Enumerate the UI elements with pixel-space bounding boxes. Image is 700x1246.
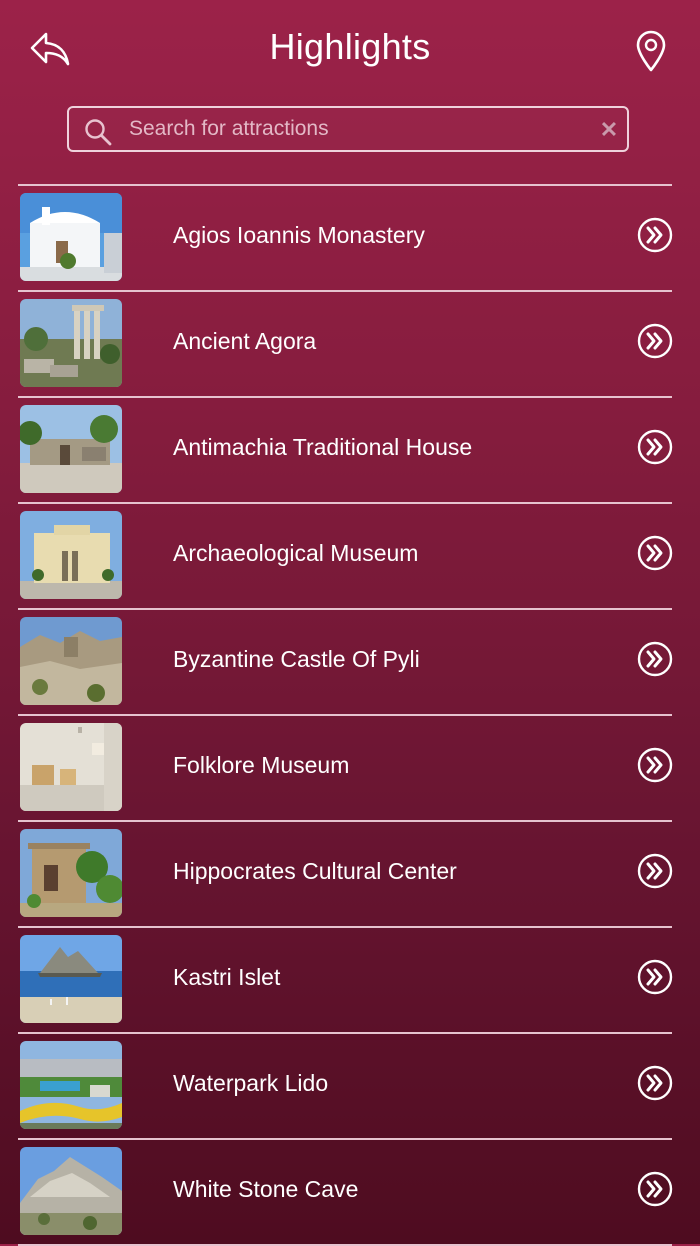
list-item[interactable]: Ancient Agora bbox=[18, 290, 673, 396]
chevron-double-right-icon[interactable] bbox=[637, 747, 673, 783]
thumbnail-image bbox=[20, 299, 122, 387]
chevron-double-right-icon[interactable] bbox=[637, 429, 673, 465]
list-item[interactable]: Archaeological Museum bbox=[18, 502, 673, 608]
attraction-name: Waterpark Lido bbox=[173, 1070, 329, 1096]
thumbnail-image bbox=[20, 405, 122, 493]
search-bar: ✕ bbox=[67, 106, 629, 152]
close-icon[interactable]: ✕ bbox=[597, 118, 621, 142]
back-button[interactable] bbox=[26, 28, 74, 72]
search-icon bbox=[85, 119, 112, 146]
attraction-name: Archaeological Museum bbox=[173, 540, 419, 566]
list-item[interactable]: Waterpark Lido bbox=[18, 1032, 673, 1138]
back-arrow-icon bbox=[30, 32, 70, 66]
chevron-double-right-icon[interactable] bbox=[637, 959, 673, 995]
list-item[interactable]: Kastri Islet bbox=[18, 926, 673, 1032]
navigation-bar: Highlights bbox=[0, 0, 700, 100]
thumbnail-image bbox=[20, 1147, 122, 1235]
page-title: Highlights bbox=[269, 26, 431, 67]
chevron-double-right-icon[interactable] bbox=[637, 641, 673, 677]
attraction-name: Agios Ioannis Monastery bbox=[173, 222, 425, 248]
search-input[interactable] bbox=[129, 113, 579, 145]
map-button[interactable] bbox=[630, 28, 672, 74]
list-item[interactable]: White Stone Cave bbox=[18, 1138, 673, 1246]
attraction-name: Byzantine Castle Of Pyli bbox=[173, 646, 420, 672]
map-pin-icon bbox=[636, 30, 666, 72]
attraction-name: Ancient Agora bbox=[173, 328, 317, 354]
list-item[interactable]: Folklore Museum bbox=[18, 714, 673, 820]
chevron-double-right-icon[interactable] bbox=[637, 217, 673, 253]
thumbnail-image bbox=[20, 723, 122, 811]
attraction-name: Folklore Museum bbox=[173, 752, 350, 778]
chevron-double-right-icon[interactable] bbox=[637, 1065, 673, 1101]
chevron-double-right-icon[interactable] bbox=[637, 1171, 673, 1207]
attraction-name: Hippocrates Cultural Center bbox=[173, 858, 457, 884]
thumbnail-image bbox=[20, 193, 122, 281]
chevron-double-right-icon[interactable] bbox=[637, 853, 673, 889]
chevron-double-right-icon[interactable] bbox=[637, 535, 673, 571]
list-item[interactable]: Byzantine Castle Of Pyli bbox=[18, 608, 673, 714]
thumbnail-image bbox=[20, 1041, 122, 1129]
chevron-double-right-icon[interactable] bbox=[637, 323, 673, 359]
thumbnail-image bbox=[20, 511, 122, 599]
attractions-list: Agios Ioannis Monastery Ancient Agora An… bbox=[18, 184, 673, 1246]
thumbnail-image bbox=[20, 829, 122, 917]
list-item[interactable]: Antimachia Traditional House bbox=[18, 396, 673, 502]
attraction-name: White Stone Cave bbox=[173, 1176, 359, 1202]
attraction-name: Antimachia Traditional House bbox=[173, 434, 473, 460]
attraction-name: Kastri Islet bbox=[173, 964, 281, 990]
thumbnail-image bbox=[20, 935, 122, 1023]
thumbnail-image bbox=[20, 617, 122, 705]
list-item[interactable]: Agios Ioannis Monastery bbox=[18, 184, 673, 290]
list-item[interactable]: Hippocrates Cultural Center bbox=[18, 820, 673, 926]
